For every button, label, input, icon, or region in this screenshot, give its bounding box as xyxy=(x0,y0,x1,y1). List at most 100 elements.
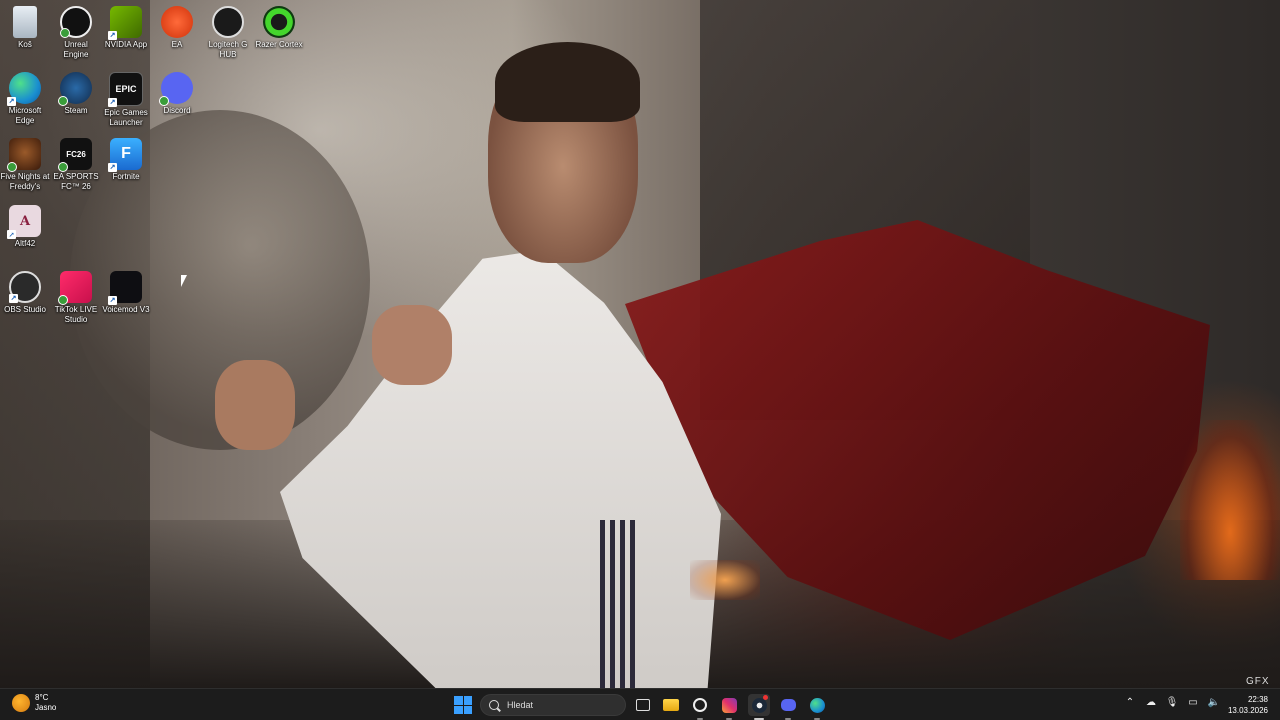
wallpaper-fire xyxy=(1180,420,1280,580)
desktop-icon-label: Fortnite xyxy=(112,172,140,181)
desktop-icon-label: NVIDIA App xyxy=(104,40,148,49)
fnaf-icon xyxy=(7,138,41,172)
desktop-icon-fortnite[interactable]: F ↗ Fortnite xyxy=(101,138,151,182)
sync-check-icon xyxy=(159,96,169,106)
desktop-icon-steam[interactable]: Steam xyxy=(51,72,101,116)
system-tray: ⌃ ☁ 🎙 ▭ 🔈 xyxy=(1124,696,1220,708)
taskbar-search-box[interactable]: Hledat xyxy=(480,694,626,716)
start-button[interactable] xyxy=(454,696,472,714)
altf42-icon: A ↗ xyxy=(7,205,41,239)
weather-widget[interactable]: 8°C Jasno xyxy=(12,693,56,713)
shortcut-arrow-icon: ↗ xyxy=(108,296,117,305)
search-icon xyxy=(489,700,499,710)
sync-check-icon xyxy=(60,28,70,38)
sync-check-icon xyxy=(58,295,68,305)
recycle-bin-icon xyxy=(13,6,37,38)
mouse-cursor-icon xyxy=(181,275,187,287)
desktop-icon-label: Unreal Engine xyxy=(63,40,89,59)
weather-condition: Jasno xyxy=(35,703,57,712)
desktop-icon-label: Steam xyxy=(64,106,88,115)
fortnite-icon: F ↗ xyxy=(108,138,142,172)
wallpaper-jersey-stripes xyxy=(600,520,640,688)
wallpaper-person-hair xyxy=(495,42,640,122)
desktop-icon-voicemod[interactable]: ↗ Voicemod V3 xyxy=(101,271,151,315)
desktop-icon-logitech-ghub[interactable]: Logitech G HUB xyxy=(203,6,253,60)
desktop-icon-recycle-bin[interactable]: Koš xyxy=(0,6,50,50)
taskbar-instagram[interactable] xyxy=(718,694,740,720)
weather-text: 8°C Jasno xyxy=(35,693,56,713)
wallpaper-watermark: GFX xyxy=(1246,676,1270,687)
desktop-icon-label: Altf42 xyxy=(14,239,36,248)
tiktok-icon xyxy=(58,271,92,305)
desktop-icon-discord[interactable]: Discord xyxy=(152,72,202,116)
weather-temperature: 8°C xyxy=(35,693,49,702)
desktop-icon-fnaf[interactable]: Five Nights at Freddy's xyxy=(0,138,50,192)
taskbar-logitech-ghub[interactable] xyxy=(689,694,711,720)
desktop-icon-label: Razer Cortex xyxy=(255,40,303,49)
microphone-icon[interactable]: 🎙 xyxy=(1166,696,1179,708)
ea-sports-fc-glyph: FC26 xyxy=(66,149,86,159)
epic-games-glyph: EPIC xyxy=(115,84,137,94)
desktop-icon-label: Logitech G HUB xyxy=(208,40,248,59)
desktop-icon-label: OBS Studio xyxy=(4,305,46,314)
desktop-icon-nvidia-app[interactable]: ↗ NVIDIA App xyxy=(101,6,151,50)
desktop-icon-tiktok-live[interactable]: TikTok LIVE Studio xyxy=(51,271,101,325)
desktop-icon-ea-sports-fc[interactable]: FC26 EA SPORTS FC™ 26 xyxy=(51,138,101,192)
razer-cortex-icon xyxy=(263,6,295,38)
wallpaper-fist-right xyxy=(372,305,452,385)
discord-icon xyxy=(159,72,193,106)
logitech-ghub-icon xyxy=(693,698,707,712)
windows-logo-tile xyxy=(463,696,472,705)
desktop-icon-label: Koš xyxy=(18,40,32,49)
volume-icon[interactable]: 🔈 xyxy=(1208,696,1220,708)
taskbar-discord[interactable] xyxy=(777,694,799,720)
desktop-icon-label: Discord xyxy=(163,106,191,115)
sync-check-icon xyxy=(58,96,68,106)
taskbar-edge[interactable] xyxy=(806,694,828,720)
taskbar-clock[interactable]: 22:38 13.03.2026 xyxy=(1228,694,1268,716)
logitech-icon xyxy=(212,6,244,38)
taskbar: 8°C Jasno Hledat ⌃ ☁ 🎙 ▭ 🔈 22:38 13.03.2… xyxy=(0,688,1280,720)
clock-date: 13.03.2026 xyxy=(1227,706,1268,715)
show-hidden-icons-chevron-icon[interactable]: ⌃ xyxy=(1124,696,1136,708)
desktop-icon-obs[interactable]: ↗ OBS Studio xyxy=(0,271,50,315)
search-placeholder: Hledat xyxy=(507,700,534,710)
onedrive-cloud-icon[interactable]: ☁ xyxy=(1145,696,1157,708)
windows-logo-tile xyxy=(463,705,472,714)
shortcut-arrow-icon: ↗ xyxy=(108,31,117,40)
discord-icon xyxy=(780,699,796,711)
windows-logo-tile xyxy=(454,696,463,705)
unreal-engine-icon xyxy=(60,6,92,38)
desktop-icon-altf42[interactable]: A ↗ Altf42 xyxy=(0,205,50,249)
desktop-icon-label: Voicemod V3 xyxy=(102,305,150,314)
task-view-button[interactable] xyxy=(632,694,654,716)
wallpaper-fire-small xyxy=(690,560,760,600)
taskbar-steam[interactable] xyxy=(748,694,770,720)
edge-icon xyxy=(809,697,825,713)
taskbar-file-explorer[interactable] xyxy=(660,694,682,716)
desktop-icon-epic-games[interactable]: EPIC ↗ Epic Games Launcher xyxy=(101,72,151,128)
sync-check-icon xyxy=(58,162,68,172)
shortcut-arrow-icon: ↗ xyxy=(7,230,16,239)
instagram-icon xyxy=(721,697,737,713)
shortcut-arrow-icon: ↗ xyxy=(7,97,16,106)
desktop-icon-unreal-engine[interactable]: Unreal Engine xyxy=(51,6,101,60)
file-explorer-icon xyxy=(663,699,679,711)
obs-icon: ↗ xyxy=(9,271,41,303)
clock-time: 22:38 xyxy=(1247,695,1268,704)
fortnite-glyph: F xyxy=(121,145,131,162)
desktop-icon-ea[interactable]: EA xyxy=(152,6,202,50)
desktop-icon-microsoft-edge[interactable]: ↗ Microsoft Edge xyxy=(0,72,50,126)
shortcut-arrow-icon: ↗ xyxy=(108,98,117,107)
task-view-icon xyxy=(636,699,650,711)
desktop-icon-label: Five Nights at Freddy's xyxy=(0,172,50,191)
desktop-icon-razer-cortex[interactable]: Razer Cortex xyxy=(254,6,304,50)
altf42-glyph: A xyxy=(19,213,31,229)
display-icon[interactable]: ▭ xyxy=(1187,696,1199,708)
steam-icon xyxy=(58,72,92,106)
shortcut-arrow-icon: ↗ xyxy=(108,163,117,172)
desktop-icon-label: EA xyxy=(171,40,183,49)
weather-moon-icon xyxy=(12,694,30,712)
ea-sports-fc-icon: FC26 xyxy=(58,138,92,172)
ea-icon xyxy=(161,6,193,38)
